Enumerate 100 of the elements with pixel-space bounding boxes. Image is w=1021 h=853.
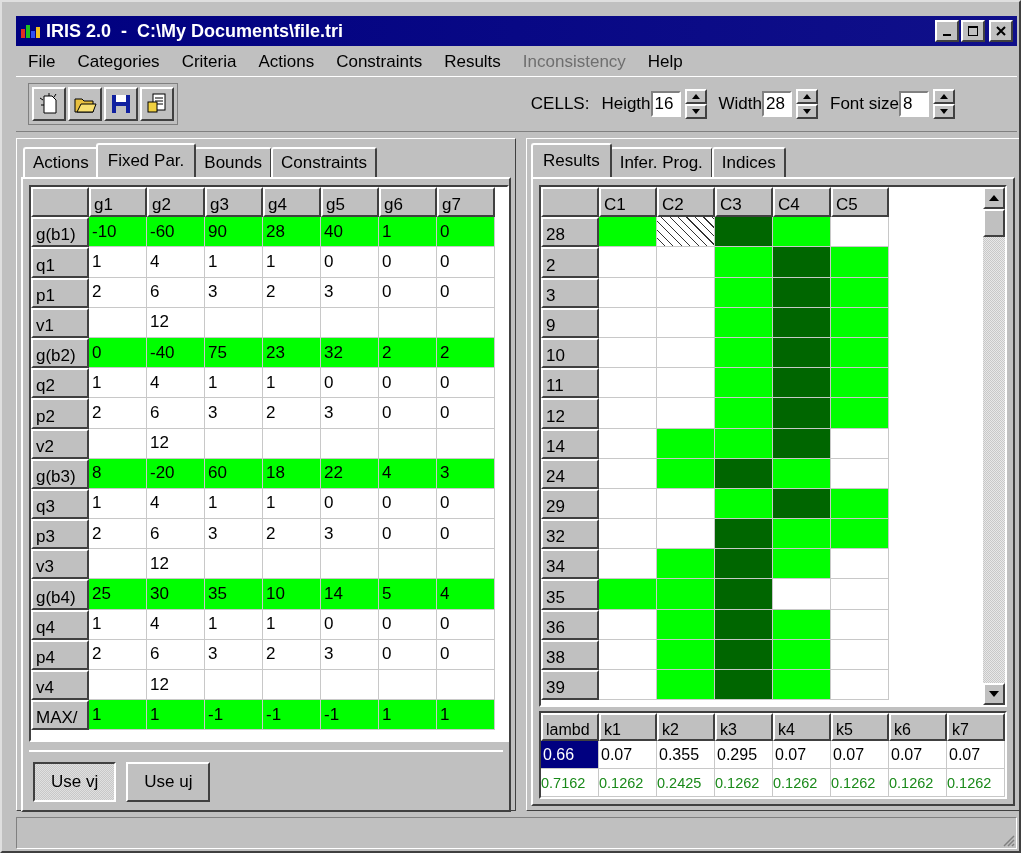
minimize-button[interactable]	[935, 20, 959, 42]
table-cell: 2	[437, 337, 495, 369]
tab[interactable]: Bounds	[194, 147, 272, 177]
number-field[interactable]: 16	[650, 91, 681, 117]
open-folder-icon[interactable]	[68, 87, 102, 121]
up-arrow-icon	[803, 94, 811, 99]
table-cell: 3	[205, 639, 263, 670]
minimize-icon	[943, 34, 951, 36]
toggle-button[interactable]: Use uj	[126, 762, 211, 803]
menu-item[interactable]: Criteria	[181, 52, 237, 72]
spinner[interactable]	[933, 89, 955, 119]
scroll-thumb[interactable]	[983, 209, 1005, 237]
table-cell: 18	[263, 458, 321, 489]
table-cell: 1	[89, 609, 147, 640]
tab[interactable]: Infer. Prog.	[609, 147, 713, 177]
menu-item[interactable]: File	[28, 52, 56, 72]
row-header: 9	[541, 307, 599, 338]
row-header: v1	[31, 307, 89, 338]
row-header: 3	[541, 277, 599, 308]
table-cell: 0	[437, 277, 495, 308]
column-header: k1	[599, 713, 657, 741]
table-cell: 2	[89, 398, 147, 429]
table-cell: 2	[263, 277, 321, 308]
table-cell: 1	[205, 247, 263, 278]
menu-item[interactable]: Results	[444, 52, 501, 72]
column-header: k3	[715, 713, 773, 741]
row-header: v3	[31, 549, 89, 580]
column-header: k4	[773, 713, 831, 741]
toggle-button[interactable]: Use vj	[33, 762, 117, 803]
close-button[interactable]	[989, 20, 1013, 42]
table-cell: 0	[379, 639, 437, 670]
table-cell: 0.1262	[831, 769, 889, 797]
save-icon[interactable]	[104, 87, 138, 121]
row-header: g(b2)	[31, 337, 89, 369]
window-title: IRIS 2.0 - C:\My Documents\file.tri	[46, 20, 344, 42]
number-field[interactable]: 28	[762, 91, 792, 117]
column-header: k5	[831, 713, 889, 741]
tab[interactable]: Fixed Par.	[95, 143, 197, 177]
table-cell: 6	[147, 277, 205, 308]
table-cell: 28	[263, 217, 321, 248]
cells-label: CELLS:	[530, 94, 590, 114]
table-cell: 0.07	[947, 741, 1005, 769]
row-header: v2	[31, 428, 89, 459]
new-file-icon[interactable]	[32, 87, 66, 121]
table-cell: 0	[379, 277, 437, 308]
table-cell: 1	[89, 700, 147, 731]
number-field[interactable]: 8	[899, 91, 929, 117]
table-cell: 3	[321, 277, 379, 308]
maximize-button[interactable]	[961, 20, 985, 42]
row-header: p3	[31, 519, 89, 550]
table-cell: 0.1262	[947, 769, 1005, 797]
table-cell: 10	[263, 579, 321, 610]
field-label: Font size	[830, 94, 899, 114]
column-header: C4	[773, 187, 831, 218]
row-header: q3	[31, 488, 89, 520]
table-cell: 3	[321, 639, 379, 670]
tab[interactable]: Indices	[711, 147, 786, 177]
row-header: 14	[541, 428, 599, 459]
table-cell: 5	[379, 579, 437, 610]
table-cell: 0	[321, 247, 379, 278]
menu-item[interactable]: Categories	[77, 52, 160, 72]
table-cell: 0.1262	[773, 769, 831, 797]
tab[interactable]: Results	[531, 143, 612, 177]
column-header: lambd	[541, 713, 599, 741]
row-header: 39	[541, 670, 599, 701]
column-header: g6	[379, 187, 437, 218]
table-cell: 6	[147, 639, 205, 670]
table-cell: 3	[205, 519, 263, 550]
table-cell: 0.7162	[541, 769, 599, 797]
menu-item[interactable]: Constraints	[336, 52, 423, 72]
vertical-scrollbar[interactable]	[983, 187, 1005, 705]
menu-item[interactable]: Actions	[258, 52, 315, 72]
row-header: g(b3)	[31, 458, 89, 489]
row-header: q2	[31, 368, 89, 399]
tab[interactable]: Constraints	[270, 147, 377, 177]
row-header: g(b4)	[31, 579, 89, 610]
menu-item[interactable]: Help	[647, 52, 683, 72]
table-cell: 25	[89, 579, 147, 610]
row-header: 36	[541, 609, 599, 640]
table-cell: 2	[379, 337, 437, 369]
table-cell: -1	[205, 700, 263, 731]
table-cell: 30	[147, 579, 205, 610]
spinner[interactable]	[684, 89, 707, 119]
table-cell: -1	[321, 700, 379, 731]
column-header: g7	[437, 187, 495, 218]
row-header: 28	[541, 217, 599, 248]
table-cell: 75	[205, 337, 263, 369]
print-preview-icon[interactable]	[140, 87, 174, 121]
table-cell: 0.355	[657, 741, 715, 769]
table-cell: 1	[379, 217, 437, 248]
row-header: p1	[31, 277, 89, 308]
table-cell: 12	[147, 428, 205, 459]
table-cell: 1	[89, 247, 147, 278]
table-cell: 22	[321, 458, 379, 489]
spinner[interactable]	[796, 89, 818, 119]
table-cell: 3	[437, 458, 495, 489]
table-cell: 4	[437, 579, 495, 610]
row-header: MAX/	[31, 700, 89, 731]
column-header: C1	[599, 187, 657, 218]
column-header: g1	[89, 187, 147, 218]
